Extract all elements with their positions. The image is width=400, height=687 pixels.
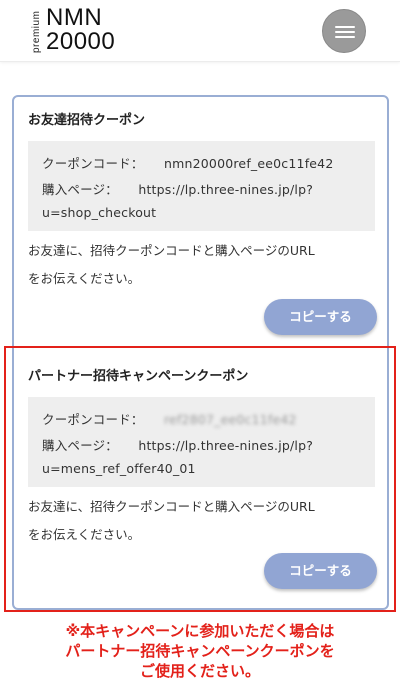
menu-bar — [335, 31, 355, 33]
friend-coupon-description: お友達に、招待クーポンコードと購入ページのURL をお伝えください。 — [28, 243, 315, 286]
friend-coupon-title: お友達招待クーポン — [28, 113, 146, 128]
logo-number-text: 20000 — [46, 28, 116, 55]
purchase-page-url: https://lp.three-nines.jp/lp? — [138, 182, 314, 197]
friend-copy-button[interactable]: コピーする — [264, 299, 377, 335]
purchase-page-label: 購入ページ： — [42, 182, 118, 197]
purchase-page-url-cont: u=shop_checkout — [42, 205, 157, 220]
coupon-code-value: nmn20000ref_ee0c11fe42 — [163, 156, 334, 171]
coupon-code-label: クーポンコード： — [42, 156, 144, 171]
menu-bar — [335, 36, 355, 38]
logo-nmn-text: NMN — [46, 4, 103, 31]
hamburger-menu-icon[interactable] — [322, 9, 366, 53]
site-header: premium NMN 20000 — [0, 0, 400, 62]
menu-bar — [335, 26, 355, 28]
brand-logo[interactable]: premium NMN 20000 — [30, 4, 115, 54]
partner-highlight-frame — [4, 346, 396, 612]
campaign-notice: ※本キャンペーンに参加いただく場合は パートナー招待キャンペーンクーポンを ご使… — [65, 622, 335, 680]
friend-coupon-code-box: クーポンコード： nmn20000ref_ee0c11fe42 購入ページ： h… — [28, 141, 375, 231]
logo-premium-text: premium — [31, 10, 42, 54]
